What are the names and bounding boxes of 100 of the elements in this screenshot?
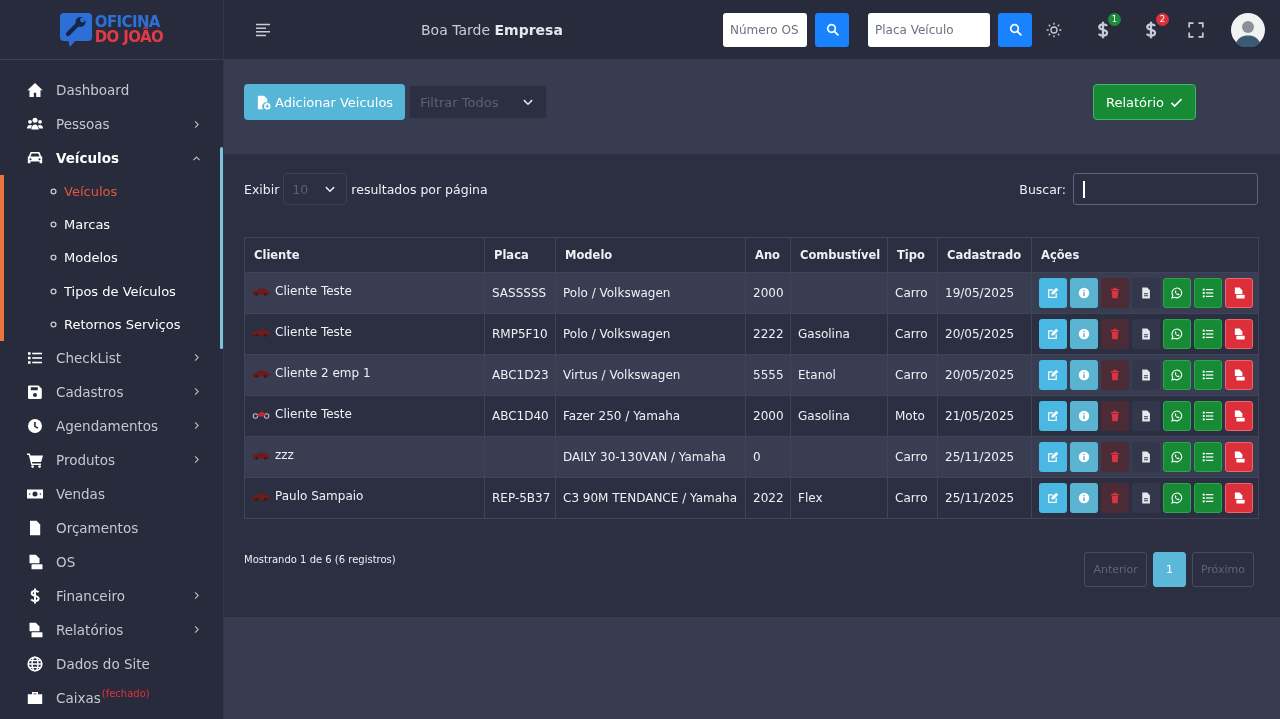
search-icon	[825, 23, 839, 36]
checklist-button[interactable]	[1194, 483, 1222, 513]
menu-item[interactable]: Agendamentos	[0, 408, 223, 443]
checklist-button[interactable]	[1194, 360, 1222, 390]
chat-phone-icon	[1171, 492, 1183, 504]
document-button[interactable]	[1132, 483, 1160, 513]
edit-button[interactable]	[1039, 278, 1067, 308]
info-button[interactable]	[1070, 319, 1098, 349]
pdf-button[interactable]	[1225, 483, 1253, 513]
document-button[interactable]	[1132, 442, 1160, 472]
info-button[interactable]	[1070, 483, 1098, 513]
info-button[interactable]	[1070, 442, 1098, 472]
submenu-item[interactable]: Retornos Serviços	[4, 307, 223, 341]
pdf-button[interactable]	[1225, 319, 1253, 349]
list-icon	[1202, 492, 1214, 504]
table-cell: DAILY 30-130VAN / Yamaha	[555, 436, 746, 478]
checklist-button[interactable]	[1194, 278, 1222, 308]
table-cell: Etanol	[790, 354, 888, 396]
table-cell: Carro	[887, 477, 938, 519]
document-button[interactable]	[1132, 278, 1160, 308]
edit-button[interactable]	[1039, 401, 1067, 431]
menu-item[interactable]: Dados do Site	[0, 646, 223, 681]
menu-icon[interactable]	[255, 21, 271, 38]
car-icon	[27, 150, 43, 166]
edit-button[interactable]	[1039, 319, 1067, 349]
checklist-button[interactable]	[1194, 319, 1222, 349]
info-button[interactable]	[1070, 360, 1098, 390]
search-input[interactable]: Número OS	[723, 12, 807, 47]
document-button[interactable]	[1132, 360, 1160, 390]
scrollbar-thumb[interactable]	[220, 147, 223, 349]
column-header: Combustível	[790, 237, 888, 273]
menu-item[interactable]: Dashboard	[0, 73, 223, 107]
document-button[interactable]	[1132, 319, 1160, 349]
menu-item[interactable]: CheckList	[0, 340, 223, 375]
client-name: zzz	[275, 448, 294, 462]
report-button[interactable]: Relatório	[1093, 84, 1196, 120]
whatsapp-button[interactable]	[1163, 319, 1191, 349]
search-label: Buscar:	[1019, 181, 1066, 197]
whatsapp-button[interactable]	[1163, 278, 1191, 308]
pdf-button[interactable]	[1225, 401, 1253, 431]
search-button[interactable]	[815, 12, 849, 47]
checklist-button[interactable]	[1194, 442, 1222, 472]
column-header: Modelo	[555, 237, 746, 273]
document-button[interactable]	[1132, 401, 1160, 431]
menu-item[interactable]: Cadastros	[0, 374, 223, 409]
menu-item[interactable]: Veículos	[0, 141, 223, 175]
table-cell: Gasolina	[790, 395, 888, 437]
table-cell: 19/05/2025	[937, 272, 1032, 314]
pdf-button[interactable]	[1225, 442, 1253, 472]
pdf-button[interactable]	[1225, 360, 1253, 390]
menu-item[interactable]: OS	[0, 544, 223, 579]
edit-icon	[1047, 410, 1059, 422]
pdf-button[interactable]	[1225, 278, 1253, 308]
file-icon	[27, 621, 43, 638]
submenu-item[interactable]: Tipos de Veículos	[4, 274, 223, 308]
column-header: Ano	[745, 237, 791, 273]
menu-item[interactable]: Produtos	[0, 442, 223, 477]
file-icon	[1233, 369, 1245, 381]
list-icon	[1202, 328, 1214, 340]
edit-button[interactable]	[1039, 483, 1067, 513]
list-icon	[27, 349, 43, 366]
table-cell: RMP5F10	[484, 313, 556, 355]
menu-item[interactable]: Relatórios	[0, 612, 223, 647]
ring-icon	[50, 287, 57, 295]
sun-icon[interactable]	[1046, 21, 1062, 38]
checklist-button[interactable]	[1194, 401, 1222, 431]
info-icon	[1078, 369, 1090, 381]
briefcase-icon	[27, 689, 43, 706]
table-cell: 0	[745, 436, 791, 478]
avatar-icon[interactable]	[1231, 12, 1265, 47]
info-icon	[1078, 410, 1090, 422]
client-name: Paulo Sampaio	[275, 489, 364, 503]
table-cell: 25/11/2025	[937, 477, 1032, 519]
table-cell: Polo / Volkswagen	[555, 313, 746, 355]
edit-button[interactable]	[1039, 360, 1067, 390]
whatsapp-button[interactable]	[1163, 401, 1191, 431]
fullscreen-icon[interactable]	[1188, 21, 1204, 38]
submenu-item[interactable]: Veículos	[4, 175, 223, 209]
submenu-item[interactable]: Marcas	[4, 208, 223, 242]
edit-button[interactable]	[1039, 442, 1067, 472]
search-field[interactable]	[1073, 173, 1258, 205]
submenu-item[interactable]: Modelos	[4, 241, 223, 275]
info-button[interactable]	[1070, 278, 1098, 308]
client-name: Cliente 2 emp 1	[275, 366, 371, 380]
menu-item[interactable]: Financeiro	[0, 578, 223, 613]
menu-item[interactable]: Pessoas	[0, 107, 223, 141]
whatsapp-button[interactable]	[1163, 483, 1191, 513]
whatsapp-button[interactable]	[1163, 442, 1191, 472]
table-cell: Carro	[887, 354, 938, 396]
menu-item[interactable]: Orçamentos	[0, 510, 223, 545]
search-input[interactable]: Placa Veículo	[868, 12, 990, 47]
whatsapp-button[interactable]	[1163, 360, 1191, 390]
info-button[interactable]	[1070, 401, 1098, 431]
trash-icon	[1109, 410, 1121, 422]
table-cell: 2222	[745, 313, 791, 355]
search-button[interactable]	[998, 12, 1032, 47]
table-cell: ABC1D40	[484, 395, 556, 437]
document-icon	[27, 519, 43, 536]
table-cell: 20/05/2025	[937, 354, 1032, 396]
menu-item[interactable]: Vendas	[0, 476, 223, 511]
